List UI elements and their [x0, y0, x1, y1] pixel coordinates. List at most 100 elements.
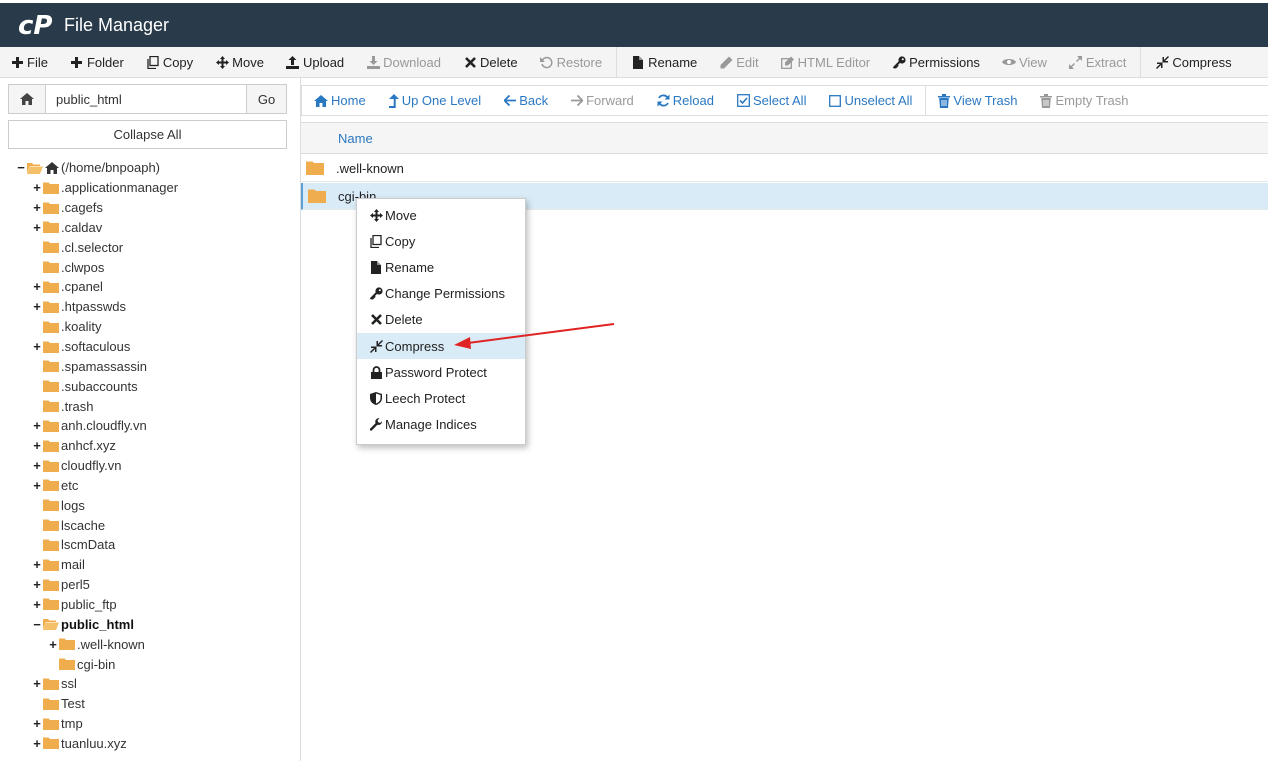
nav-forward-button[interactable]: Forward: [571, 93, 634, 108]
tree-item[interactable]: + tmp: [0, 714, 300, 734]
plus-icon: [10, 56, 24, 68]
context-menu-copy[interactable]: Copy: [357, 228, 525, 254]
tree-item[interactable]: + .cpanel: [0, 277, 300, 297]
expand-toggle[interactable]: +: [48, 637, 58, 652]
expand-toggle[interactable]: +: [32, 438, 42, 453]
tree-item[interactable]: cgi-bin: [0, 654, 300, 674]
home-button[interactable]: [9, 85, 46, 113]
toolbar-edit-button[interactable]: Edit: [719, 55, 759, 70]
go-button[interactable]: Go: [246, 85, 286, 113]
expand-toggle[interactable]: +: [32, 577, 42, 592]
expand-toggle[interactable]: +: [32, 418, 42, 433]
nav-up-one-level-button[interactable]: Up One Level: [388, 93, 481, 108]
toolbar-permissions-button[interactable]: Permissions: [892, 55, 980, 70]
tree-item[interactable]: + anhcf.xyz: [0, 436, 300, 456]
context-menu-move[interactable]: Move: [357, 202, 525, 228]
tree-item[interactable]: lscmData: [0, 535, 300, 555]
expand-toggle[interactable]: +: [32, 458, 42, 473]
tree-item[interactable]: + public_ftp: [0, 595, 300, 615]
tree-item[interactable]: + .well-known: [0, 634, 300, 654]
main-toolbar: File Folder Copy Move Upload Download Delete Re…: [0, 46, 1268, 78]
tree-item[interactable]: − public_html: [0, 614, 300, 634]
expand-toggle[interactable]: +: [32, 220, 42, 235]
expand-toggle[interactable]: +: [32, 478, 42, 493]
file-row[interactable]: .well-known: [301, 155, 1268, 182]
expand-toggle[interactable]: +: [32, 557, 42, 572]
toolbar-rename-button[interactable]: Rename: [631, 55, 697, 70]
tree-item[interactable]: − (/home/bnpoaph): [0, 158, 300, 178]
svg-text:cP: cP: [18, 11, 52, 39]
expand-toggle[interactable]: +: [32, 736, 42, 751]
nav-reload-button[interactable]: Reload: [657, 93, 714, 108]
context-menu-change-permissions[interactable]: Change Permissions: [357, 281, 525, 307]
tree-item[interactable]: + .applicationmanager: [0, 178, 300, 198]
toolbar-download-button[interactable]: Download: [366, 55, 441, 70]
tree-item[interactable]: .clwpos: [0, 257, 300, 277]
toolbar-upload-button[interactable]: Upload: [286, 55, 344, 70]
expand-toggle[interactable]: +: [32, 200, 42, 215]
tree-item[interactable]: + tuanluu.xyz: [0, 733, 300, 753]
collapse-toggle[interactable]: −: [32, 617, 42, 632]
toolbar-folder-button[interactable]: Folder: [70, 55, 124, 70]
nav-view-trash-button[interactable]: View Trash: [938, 93, 1017, 108]
expand-toggle[interactable]: +: [32, 299, 42, 314]
restore-icon: [540, 56, 554, 69]
toolbar-file-button[interactable]: File: [10, 55, 48, 70]
context-menu-manage-indices[interactable]: Manage Indices: [357, 412, 525, 438]
toolbar-extract-button[interactable]: Extract: [1069, 55, 1126, 70]
context-menu-password-protect[interactable]: Password Protect: [357, 359, 525, 385]
column-name-label[interactable]: Name: [338, 131, 373, 146]
tree-item[interactable]: + etc: [0, 476, 300, 496]
file-name[interactable]: .well-known: [336, 161, 404, 176]
eye-icon: [1001, 57, 1016, 67]
tree-item[interactable]: .koality: [0, 317, 300, 337]
cpanel-logo[interactable]: cP: [18, 11, 58, 39]
context-menu-leech-protect[interactable]: Leech Protect: [357, 385, 525, 411]
tree-item[interactable]: + .cagefs: [0, 198, 300, 218]
nav-select-all-button[interactable]: Select All: [737, 93, 806, 108]
toolbar-view-button[interactable]: View: [1001, 55, 1047, 70]
nav-view-trash-label: View Trash: [953, 93, 1018, 108]
tree-item[interactable]: .spamassassin: [0, 356, 300, 376]
tree-item[interactable]: logs: [0, 495, 300, 515]
tree-item[interactable]: .subaccounts: [0, 376, 300, 396]
toolbar-restore-button[interactable]: Restore: [540, 55, 602, 70]
collapse-toggle[interactable]: −: [16, 160, 26, 175]
tree-item[interactable]: + perl5: [0, 575, 300, 595]
toolbar-move-button[interactable]: Move: [215, 55, 264, 70]
toolbar-delete-button[interactable]: Delete: [463, 55, 518, 70]
nav-unselect-all-button[interactable]: Unselect All: [829, 93, 912, 108]
tree-item[interactable]: Test: [0, 694, 300, 714]
tree-item-label: (/home/bnpoaph): [61, 160, 161, 176]
tree-item[interactable]: + mail: [0, 555, 300, 575]
arrow-left-icon: [504, 95, 517, 106]
tree-item[interactable]: + ssl: [0, 674, 300, 694]
nav-back-button[interactable]: Back: [504, 93, 548, 108]
tree-item[interactable]: .cl.selector: [0, 237, 300, 257]
context-menu-rename[interactable]: Rename: [357, 254, 525, 280]
tree-item[interactable]: + .caldav: [0, 218, 300, 238]
toolbar-html-editor-button[interactable]: HTML Editor: [780, 55, 870, 70]
expand-toggle[interactable]: +: [32, 716, 42, 731]
toolbar-copy-button[interactable]: Copy: [146, 55, 193, 70]
tree-item[interactable]: + cloudfly.vn: [0, 456, 300, 476]
expand-toggle[interactable]: +: [32, 279, 42, 294]
nav-empty-trash-button[interactable]: Empty Trash: [1040, 93, 1128, 108]
path-input[interactable]: [46, 85, 246, 113]
tree-item[interactable]: .trash: [0, 396, 300, 416]
expand-toggle[interactable]: +: [32, 339, 42, 354]
tree-item[interactable]: + .htpasswds: [0, 297, 300, 317]
tree-item[interactable]: lscache: [0, 515, 300, 535]
tree-item[interactable]: + anh.cloudfly.vn: [0, 416, 300, 436]
expand-toggle[interactable]: +: [32, 597, 42, 612]
context-menu-delete[interactable]: Delete: [357, 307, 525, 333]
expand-toggle[interactable]: +: [32, 676, 42, 691]
tree-item[interactable]: + .softaculous: [0, 337, 300, 357]
nav-home-button[interactable]: Home: [314, 93, 366, 108]
collapse-all-button[interactable]: Collapse All: [8, 120, 287, 149]
context-menu-compress[interactable]: Compress: [357, 332, 525, 360]
expand-toggle[interactable]: +: [32, 180, 42, 195]
folder-icon: [43, 182, 59, 194]
toolbar-compress-button[interactable]: Compress: [1155, 55, 1232, 70]
column-header-name[interactable]: Name: [301, 122, 1268, 154]
